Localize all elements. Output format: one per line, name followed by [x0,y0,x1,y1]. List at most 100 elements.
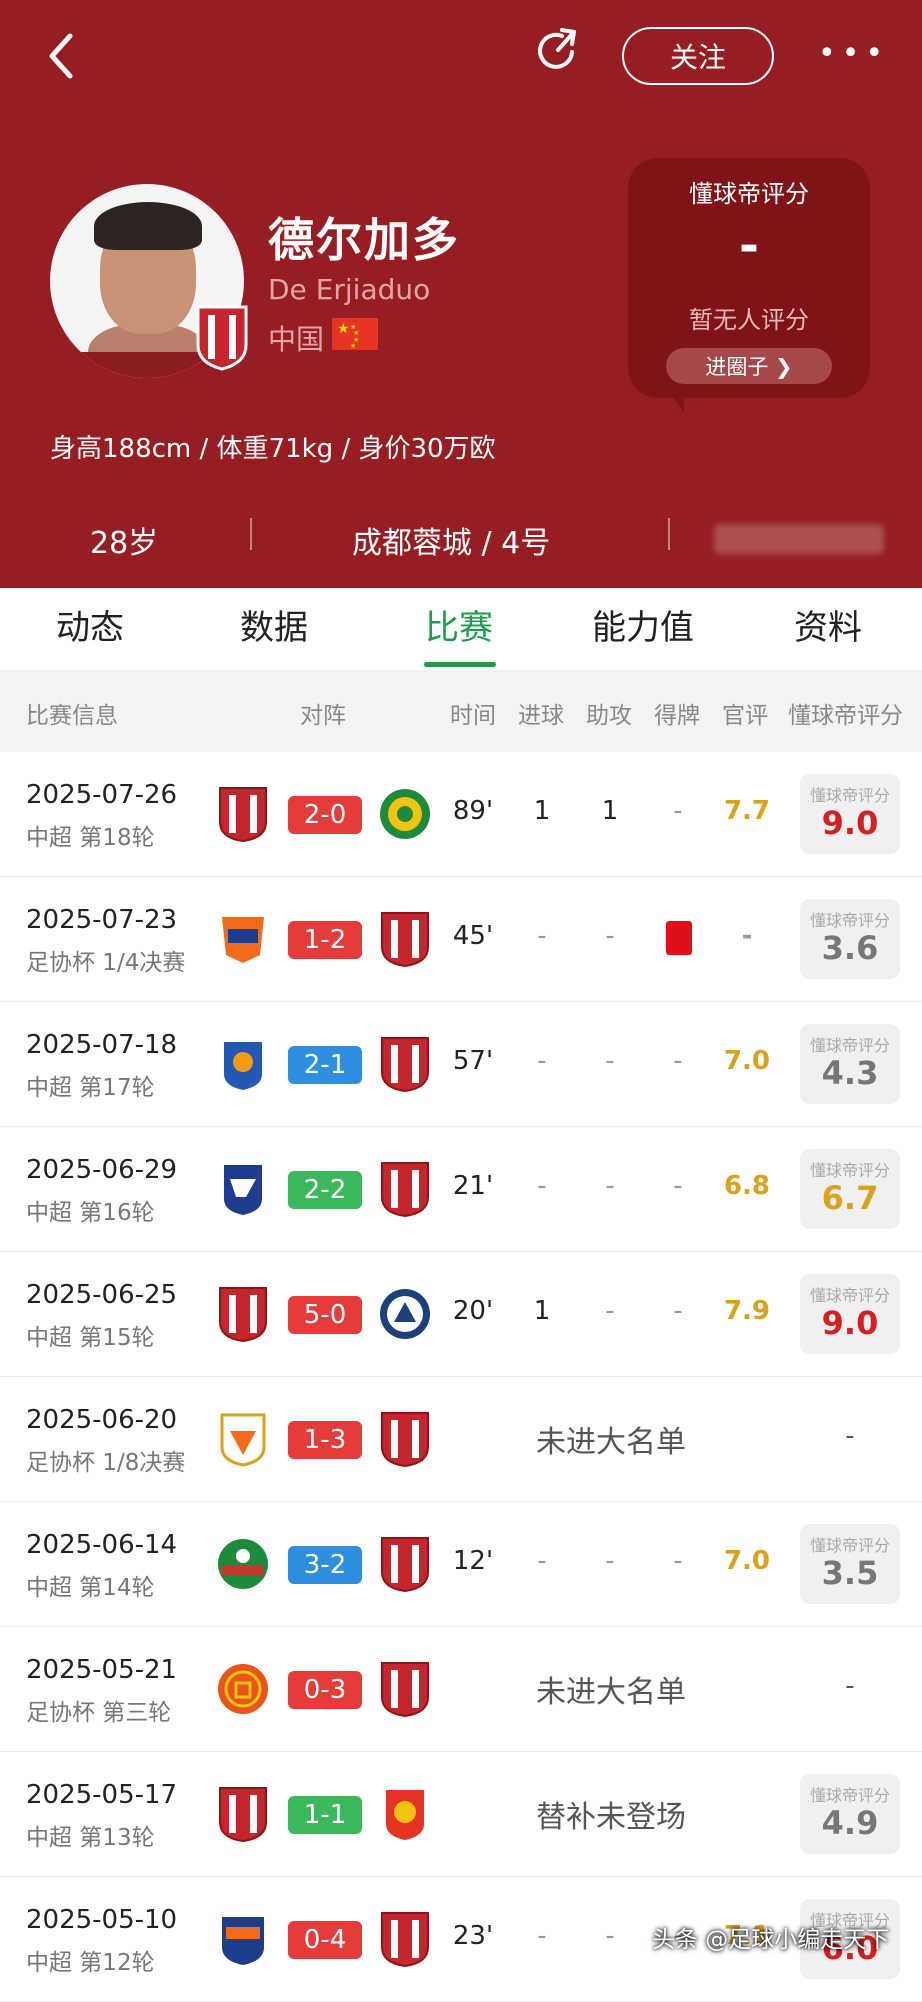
dongqiudi-rating-badge[interactable]: 懂球帝评分 3.6 [800,899,900,979]
dongqiudi-rating-badge[interactable]: 懂球帝评分 4.9 [800,1774,900,1854]
follow-button[interactable]: 关注 [622,27,774,85]
away-team-logo-icon[interactable] [378,1036,432,1093]
match-competition: 足协杯 1/8决赛 [26,1450,186,1476]
match-competition: 足协杯 第三轮 [26,1700,172,1726]
dongqiudi-rating-badge[interactable]: 懂球帝评分 9.0 [800,774,900,854]
match-date: 2025-07-26 [26,780,178,810]
match-score[interactable]: 1-3 [288,1421,362,1459]
player-age: 28岁 [90,526,159,561]
official-rating: 7.7 [723,796,771,826]
player-english-name: De Erjiaduo [268,273,431,306]
match-date: 2025-06-14 [26,1530,178,1560]
goals: - [537,1171,547,1201]
tab-data[interactable]: 数据 [240,600,308,649]
away-team-logo-icon[interactable] [378,1161,432,1218]
away-team-logo-icon[interactable] [378,1786,432,1842]
away-team-logo-icon[interactable] [378,1286,432,1342]
col-fixture: 对阵 [300,703,346,729]
match-score[interactable]: 0-4 [288,1921,362,1959]
home-team-logo-icon[interactable] [216,1661,270,1717]
divider [668,518,670,550]
rating-badge-value: 4.9 [821,1804,879,1842]
dongqiudi-rating-badge[interactable]: 懂球帝评分 4.3 [800,1024,900,1104]
player-name: 德尔加多 [268,213,460,267]
table-row[interactable]: 2025-05-17 中超 第13轮 1-1 替补未登场 懂球帝评分 4.9 [0,1752,922,1877]
home-team-logo-icon[interactable] [216,1536,270,1592]
player-header: 关注 ••• 德尔加多 De Erjiaduo 中国 ★ ★ ★ ★ ★ 懂球帝评分 -… [0,0,922,588]
table-row[interactable]: 2025-07-18 中超 第17轮 2-1 57' - - - 7.0 懂球帝评分 4.3 [0,1002,922,1127]
home-team-logo-icon[interactable] [216,911,270,967]
match-score[interactable]: 1-1 [288,1796,362,1834]
match-date: 2025-06-20 [26,1405,178,1435]
goals: - [537,1546,547,1576]
assists: - [605,1046,615,1076]
home-team-logo-icon[interactable] [216,1411,270,1467]
rating-badge-label: 懂球帝评分 [809,1786,890,1805]
home-team-logo-icon[interactable] [216,1286,270,1343]
away-team-logo-icon[interactable] [378,1661,432,1718]
match-competition: 中超 第14轮 [26,1575,155,1601]
rating-badge-label: 懂球帝评分 [809,911,890,930]
goals: - [537,1921,547,1951]
match-score[interactable]: 5-0 [288,1296,362,1334]
table-row[interactable]: 2025-07-23 足协杯 1/4决赛 1-2 45' - - - 懂球帝评分 3.6 [0,877,922,1002]
goals: - [537,1046,547,1076]
match-score[interactable]: 2-2 [288,1171,362,1209]
table-row[interactable]: 2025-06-25 中超 第15轮 5-0 20' 1 - - 7.9 懂球帝评分 9.0 [0,1252,922,1377]
col-dongqiudi-rating: 懂球帝评分 [788,703,903,729]
away-team-logo-icon[interactable] [378,1536,432,1593]
cards: - [673,1546,683,1576]
player-nation: 中国 [268,323,325,356]
tab-feed[interactable]: 动态 [56,600,124,649]
assists: 1 [601,796,619,826]
table-row[interactable]: 2025-06-29 中超 第16轮 2-2 21' - - - 6.8 懂球帝评分 6.7 [0,1127,922,1252]
home-team-logo-icon[interactable] [216,1161,270,1217]
col-minutes: 时间 [450,703,496,729]
col-match-info: 比赛信息 [26,703,118,729]
tab-matches[interactable]: 比赛 [425,600,493,649]
dongqiudi-rating-badge[interactable]: 懂球帝评分 9.0 [800,1274,900,1354]
rating-badge-value: 3.5 [821,1554,879,1592]
minutes-played: 57' [452,1046,494,1076]
home-team-logo-icon[interactable] [216,1036,270,1092]
player-info-bar: 28岁 成都蓉城 / 4号 [0,510,922,570]
join-circle-button[interactable]: 进圈子 ❯ [666,348,832,384]
divider [250,518,252,550]
home-team-logo-icon[interactable] [216,1786,270,1843]
team-badge-icon[interactable] [194,305,250,371]
table-row[interactable]: 2025-06-20 足协杯 1/8决赛 1-3 未进大名单 - [0,1377,922,1502]
goals: 1 [533,796,551,826]
away-team-logo-icon[interactable] [378,1411,432,1468]
player-club[interactable]: 成都蓉城 / 4号 [352,518,550,562]
share-icon[interactable] [532,24,584,76]
home-team-logo-icon[interactable] [216,1911,270,1967]
tab-profile[interactable]: 资料 [794,600,862,649]
minutes-played: 20' [452,1296,494,1326]
active-tab-indicator [424,662,496,667]
match-score[interactable]: 1-2 [288,921,362,959]
rating-badge-label: 懂球帝评分 [809,1536,890,1555]
minutes-played: 12' [452,1546,494,1576]
goals: - [537,921,547,951]
match-score[interactable]: 2-1 [288,1046,362,1084]
cards: - [673,1171,683,1201]
table-row[interactable]: 2025-05-21 足协杯 第三轮 0-3 未进大名单 - [0,1627,922,1752]
dongqiudi-rating-badge[interactable]: 懂球帝评分 3.5 [800,1524,900,1604]
table-row[interactable]: 2025-07-26 中超 第18轮 2-0 89' 1 1 - 7.7 懂球帝评分 9.0 [0,752,922,877]
match-date: 2025-07-18 [26,1030,178,1060]
table-row[interactable]: 2025-06-14 中超 第14轮 3-2 12' - - - 7.0 懂球帝评分 3.5 [0,1502,922,1627]
official-rating: 6.8 [723,1171,771,1201]
dongqiudi-rating-badge[interactable]: 懂球帝评分 6.7 [800,1149,900,1229]
away-team-logo-icon[interactable] [378,786,432,842]
match-score[interactable]: 2-0 [288,796,362,834]
away-team-logo-icon[interactable] [378,1911,432,1968]
away-team-logo-icon[interactable] [378,911,432,968]
match-score[interactable]: 3-2 [288,1546,362,1584]
match-score[interactable]: 0-3 [288,1671,362,1709]
back-icon[interactable] [40,28,84,84]
assists: - [605,921,615,951]
more-options-icon[interactable]: ••• [818,39,883,69]
home-team-logo-icon[interactable] [216,786,270,843]
rating-empty: - [845,1671,855,1701]
tab-ability[interactable]: 能力值 [592,600,694,649]
